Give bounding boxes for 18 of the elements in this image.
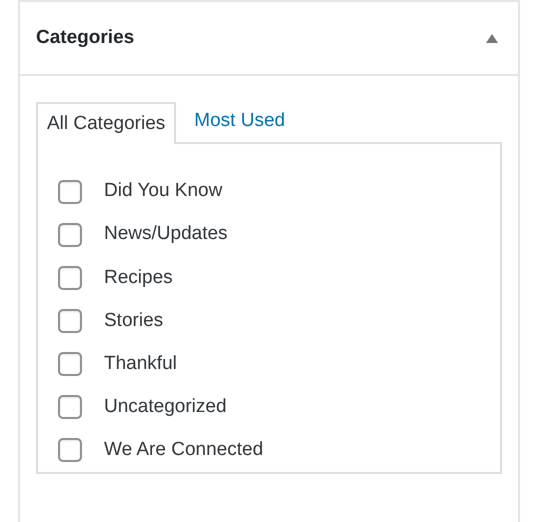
category-label: We Are Connected — [104, 438, 264, 462]
category-label: Did You Know — [104, 179, 222, 204]
category-checkbox[interactable] — [58, 222, 82, 247]
category-label: Stories — [104, 308, 164, 333]
category-tab[interactable]: All Categories — [36, 102, 176, 144]
triangle-icon — [486, 34, 498, 42]
category-checkbox[interactable] — [58, 352, 82, 376]
panel-title: Categories — [36, 26, 134, 50]
category-checkbox[interactable] — [58, 266, 82, 290]
category-label: Thankful — [104, 352, 177, 376]
category-checkbox[interactable] — [58, 180, 82, 204]
category-checkbox[interactable] — [58, 395, 82, 420]
category-label: Recipes — [104, 266, 173, 290]
category-label: News/Updates — [104, 222, 228, 246]
category-label: Uncategorized — [104, 395, 227, 420]
category-tab[interactable]: Most Used — [176, 100, 304, 142]
category-checkbox[interactable] — [58, 438, 82, 462]
category-checkbox[interactable] — [58, 308, 82, 333]
